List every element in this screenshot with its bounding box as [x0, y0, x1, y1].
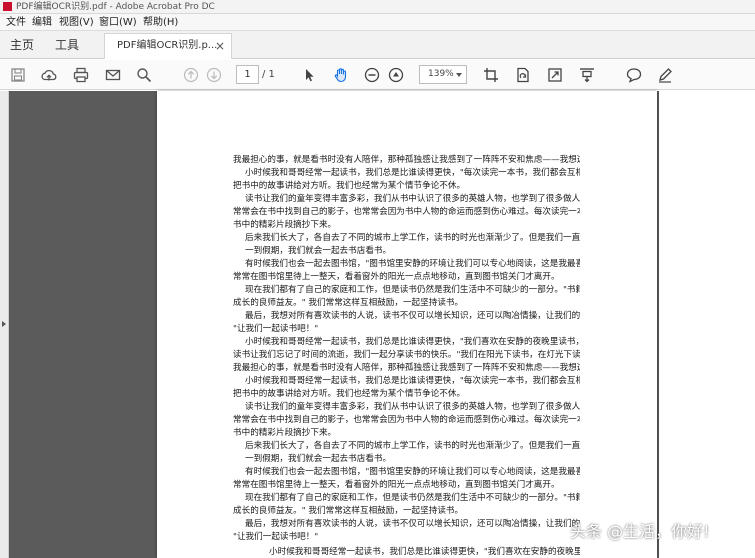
- hand-tool-icon[interactable]: [332, 66, 350, 84]
- acrobat-logo-icon: [3, 2, 12, 11]
- zoom-in-icon[interactable]: [387, 66, 405, 84]
- text-line: 常常会在书中找到自己的影子，也常常会因为书中人物的命运而感到伤心难过。每次读完一…: [233, 415, 580, 425]
- tab-home[interactable]: 主页: [10, 31, 34, 59]
- menu-file[interactable]: 文件: [6, 14, 26, 31]
- zoom-dropdown[interactable]: 139%: [419, 65, 467, 84]
- text-line: 读书让我们的童年变得丰富多彩，我们从书中认识了很多的英雄人物，也学到了很多做人的…: [245, 402, 580, 412]
- pdf-page: 我最担心的事，就是看书时没有人陪伴，那种孤独感让我感到了一阵阵不安和焦虑——我想…: [157, 91, 657, 558]
- crop-icon[interactable]: [482, 66, 500, 84]
- mail-icon[interactable]: [104, 66, 122, 84]
- text-line: 书中的精彩片段摘抄下来。: [233, 220, 337, 230]
- select-pointer-icon[interactable]: [300, 66, 318, 84]
- text-line: 一到假期，我们就会一起去书店看书。: [245, 454, 392, 464]
- watermark: 头条 @生活，你好!: [570, 522, 710, 541]
- tab-close-icon[interactable]: ×: [215, 34, 225, 58]
- document-workspace[interactable]: 我最担心的事，就是看书时没有人陪伴，那种孤独感让我感到了一阵阵不安和焦虑——我想…: [0, 91, 755, 558]
- text-line: 最后，我想对所有喜欢读书的人说，读书不仅可以增长知识，还可以陶冶情操，让我们的生…: [245, 311, 580, 321]
- tab-document-label: PDF编辑OCR识别.p...: [117, 40, 218, 51]
- text-line: 现在我们都有了自己的家庭和工作，但是读书仍然是我们生活中不可缺少的一部分。"书籍…: [245, 285, 580, 295]
- scroll-mode-icon[interactable]: [578, 66, 596, 84]
- zoom-value: 139%: [428, 69, 454, 79]
- fit-page-icon[interactable]: [546, 66, 564, 84]
- text-line: 后来我们长大了，各自去了不同的城市上学工作，读书的时光也渐渐少了。但是我们一直保…: [245, 233, 580, 243]
- text-line: 小时候我和哥哥经常一起读书，我们总是比谁读得更快，"我们喜欢在安静的夜晚里读书，: [269, 547, 580, 557]
- rotate-page-icon[interactable]: [514, 66, 532, 84]
- left-panel-gutter: [0, 91, 9, 558]
- text-line: 把书中的故事讲给对方听。我们也经常为某个情节争论不休。: [233, 389, 466, 399]
- text-line: "让我们一起读书吧！": [233, 324, 319, 334]
- menu-help[interactable]: 帮助(H): [143, 14, 178, 31]
- toolbar: 1 / 1 139%: [0, 60, 755, 90]
- text-line: 小时候我和哥哥经常一起读书，我们总是比谁读得更快，"每次读完一本书，我们都会互相…: [245, 168, 580, 178]
- text-line: 常常在图书馆里待上一整天，看着窗外的阳光一点点地移动，直到图书馆关门才离开。: [233, 480, 560, 490]
- page-total: / 1: [262, 69, 275, 80]
- text-line: 后来我们长大了，各自去了不同的城市上学工作，读书的时光也渐渐少了。但是我们一直保…: [245, 441, 580, 451]
- text-line: 最后，我想对所有喜欢读书的人说，读书不仅可以增长知识，还可以陶冶情操，让我们的生…: [245, 519, 580, 529]
- title-bar: PDF编辑OCR识别.pdf - Adobe Acrobat Pro DC: [0, 0, 755, 14]
- text-line: 成长的良师益友。" 我们常常这样互相鼓励，一起坚持读书。: [233, 506, 464, 516]
- print-icon[interactable]: [72, 66, 90, 84]
- text-line: 小时候我和哥哥经常一起读书，我们总是比谁读得更快，"每次读完一本书，我们都会互相…: [245, 376, 580, 386]
- tab-document[interactable]: PDF编辑OCR识别.p... ×: [104, 33, 232, 59]
- text-line: 我最担心的事，就是看书时没有人陪伴，那种孤独感让我感到了一阵阵不安和焦虑——我想…: [233, 155, 580, 165]
- menu-bar: 文件 编辑 视图(V) 窗口(W) 帮助(H): [0, 14, 755, 31]
- tab-tools[interactable]: 工具: [55, 31, 79, 59]
- text-line: 我最担心的事，就是看书时没有人陪伴，那种孤独感让我感到了一阵阵不安和焦虑——我想…: [233, 363, 580, 373]
- save-icon[interactable]: [9, 66, 27, 84]
- search-icon[interactable]: [135, 66, 153, 84]
- page-down-icon[interactable]: [205, 66, 223, 84]
- text-line: 成长的良师益友。" 我们常常这样互相鼓励，一起坚持读书。: [233, 298, 464, 308]
- zoom-out-icon[interactable]: [363, 66, 381, 84]
- text-line: 读书让我们的童年变得丰富多彩，我们从书中认识了很多的英雄人物，也学到了很多做人的…: [245, 194, 580, 204]
- upload-cloud-icon[interactable]: [40, 66, 58, 84]
- text-line: 有时候我们也会一起去图书馆，"图书馆里安静的环境让我们可以专心地阅读，这是我最喜…: [245, 259, 580, 269]
- page-number-input[interactable]: 1: [236, 65, 259, 84]
- chevron-down-icon: [456, 73, 462, 77]
- text-line: 书中的精彩片段摘抄下来。: [233, 428, 337, 438]
- text-line: 常常会在书中找到自己的影子，也常常会因为书中人物的命运而感到伤心难过。每次读完一…: [233, 207, 580, 217]
- menu-edit[interactable]: 编辑: [32, 14, 52, 31]
- text-line: 读书让我们忘记了时间的流逝，我们一起分享读书的快乐。"我们在阳光下读书，在灯光下…: [233, 350, 580, 360]
- pen-icon[interactable]: [656, 66, 674, 84]
- text-line: 一到假期，我们就会一起去书店看书。: [245, 246, 392, 256]
- expand-panel-icon[interactable]: [2, 321, 6, 327]
- window-title: PDF编辑OCR识别.pdf - Adobe Acrobat Pro DC: [16, 2, 215, 12]
- text-line: 把书中的故事讲给对方听。我们也经常为某个情节争论不休。: [233, 181, 466, 191]
- right-background: [659, 91, 755, 558]
- text-line: 小时候我和哥哥经常一起读书，我们总是比谁读得更快，"我们喜欢在安静的夜晚里读书，: [245, 337, 580, 347]
- comment-icon[interactable]: [625, 66, 643, 84]
- text-line: 常常在图书馆里待上一整天，看着窗外的阳光一点点地移动，直到图书馆关门才离开。: [233, 272, 560, 282]
- tab-bar: 主页 工具 PDF编辑OCR识别.p... ×: [0, 31, 755, 59]
- text-line: "让我们一起读书吧！": [233, 532, 319, 542]
- menu-window[interactable]: 窗口(W): [99, 14, 137, 31]
- text-line: 有时候我们也会一起去图书馆，"图书馆里安静的环境让我们可以专心地阅读，这是我最喜…: [245, 467, 580, 477]
- text-line: 现在我们都有了自己的家庭和工作，但是读书仍然是我们生活中不可缺少的一部分。"书籍…: [245, 493, 580, 503]
- page-up-icon[interactable]: [182, 66, 200, 84]
- menu-view[interactable]: 视图(V): [59, 14, 94, 31]
